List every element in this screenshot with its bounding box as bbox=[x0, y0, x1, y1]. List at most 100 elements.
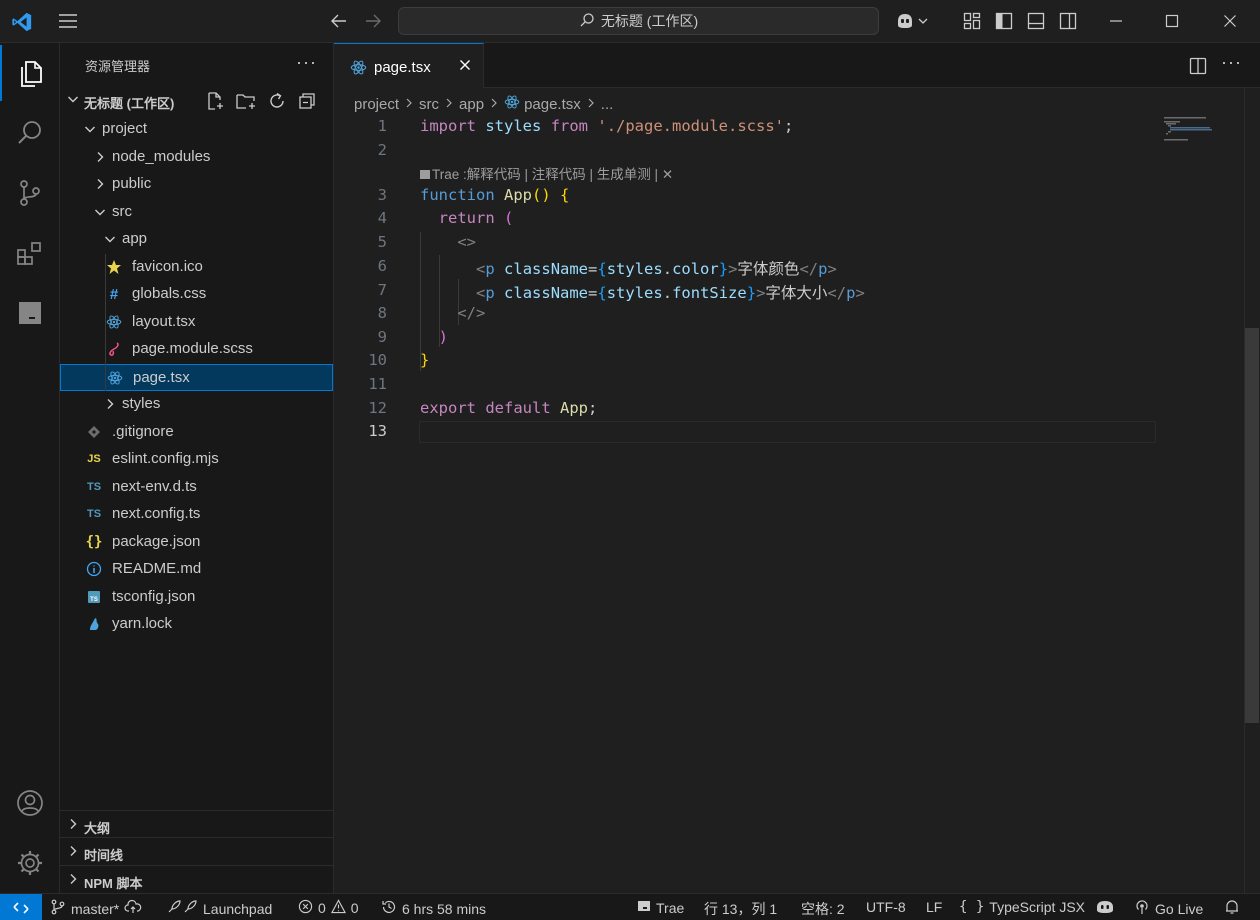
ts-file-icon: TS bbox=[86, 480, 102, 493]
settings-gear-icon[interactable] bbox=[0, 835, 60, 891]
copilot-status[interactable] bbox=[1095, 899, 1115, 918]
history-icon bbox=[381, 899, 397, 918]
more-actions-icon[interactable]: ··· bbox=[296, 52, 317, 73]
tree-item[interactable]: public bbox=[60, 171, 333, 198]
collapse-all-icon[interactable] bbox=[297, 91, 317, 114]
tree-item[interactable]: favicon.ico bbox=[60, 254, 333, 281]
tree-item-label: yarn.lock bbox=[112, 615, 173, 632]
panel-timeline[interactable]: 时间线 bbox=[60, 837, 333, 864]
breadcrumb-item[interactable]: ... bbox=[601, 96, 614, 113]
extensions-icon[interactable] bbox=[0, 225, 60, 281]
breadcrumb-item[interactable]: src bbox=[419, 96, 439, 113]
breadcrumb-item[interactable]: app bbox=[459, 96, 484, 113]
toggle-panel-icon[interactable] bbox=[1026, 11, 1046, 31]
tree-item[interactable]: .gitignore bbox=[60, 419, 333, 446]
new-file-icon[interactable] bbox=[205, 91, 225, 114]
tree-item[interactable]: app bbox=[60, 226, 333, 253]
tree-item[interactable]: TS tsconfig.json bbox=[60, 584, 333, 611]
language-label: TypeScript JSX bbox=[989, 899, 1085, 915]
line-number: 3 bbox=[377, 186, 387, 204]
split-editor-icon[interactable] bbox=[1189, 57, 1207, 78]
tree-item[interactable]: {} package.json bbox=[60, 529, 333, 556]
tree-item[interactable]: project bbox=[60, 116, 333, 143]
indentation-status[interactable]: 空格: 2 bbox=[801, 899, 845, 919]
time-tracking-status[interactable]: 6 hrs 58 mins bbox=[381, 899, 486, 918]
close-tab-icon[interactable] bbox=[458, 58, 472, 75]
tree-item-label: layout.tsx bbox=[132, 312, 196, 330]
maximize-icon[interactable] bbox=[1160, 11, 1184, 31]
react-icon bbox=[107, 370, 123, 386]
tree-item[interactable]: yarn.lock bbox=[60, 611, 333, 638]
cursor-position-status[interactable]: 行 13，列 1 bbox=[704, 899, 777, 919]
tree-item[interactable]: TS next-env.d.ts bbox=[60, 474, 333, 501]
tree-item-label: styles bbox=[122, 395, 161, 412]
editor-more-icon[interactable]: ··· bbox=[1221, 52, 1242, 73]
problems-status[interactable]: 0 0 bbox=[298, 899, 359, 917]
copilot-icon[interactable] bbox=[893, 10, 931, 32]
refresh-icon[interactable] bbox=[267, 91, 287, 114]
search-icon[interactable] bbox=[0, 105, 60, 161]
account-icon[interactable] bbox=[0, 775, 60, 831]
codelens[interactable]: Trae :解释代码 | 注释代码 | 生成单测 | ✕ bbox=[420, 163, 673, 183]
warning-icon bbox=[330, 899, 346, 917]
current-line-highlight bbox=[419, 421, 1156, 443]
line-number: 6 bbox=[377, 257, 387, 275]
breadcrumb-item[interactable]: page.tsx bbox=[524, 96, 581, 113]
spaces-label: 空格: 2 bbox=[801, 901, 845, 917]
toggle-sidebar-icon[interactable] bbox=[994, 11, 1014, 31]
language-mode-status[interactable]: { } TypeScript JSX bbox=[959, 899, 1085, 915]
explorer-sidebar: 资源管理器 ··· 无标题 (工作区) project node_modules p… bbox=[60, 43, 334, 893]
tree-item[interactable]: styles bbox=[60, 391, 333, 418]
command-center-search[interactable]: 无标题 (工作区) bbox=[398, 7, 879, 35]
notifications-bell-icon[interactable] bbox=[1224, 899, 1240, 915]
tab-page-tsx[interactable]: page.tsx bbox=[334, 43, 484, 88]
tree-item[interactable]: page.tsx bbox=[60, 363, 333, 391]
launchpad-label: Launchpad bbox=[203, 900, 273, 917]
tree-item[interactable]: JS eslint.config.mjs bbox=[60, 446, 333, 473]
line-number: 10 bbox=[368, 351, 387, 369]
tree-item[interactable]: TS next.config.ts bbox=[60, 501, 333, 528]
source-control-icon[interactable] bbox=[0, 165, 60, 221]
line-number: 12 bbox=[368, 399, 387, 417]
close-window-icon[interactable] bbox=[1218, 11, 1242, 31]
workspace-header[interactable]: 无标题 (工作区) bbox=[60, 88, 333, 114]
remote-indicator-icon[interactable] bbox=[0, 894, 42, 920]
explorer-icon[interactable] bbox=[0, 45, 60, 101]
encoding-status[interactable]: UTF-8 bbox=[866, 899, 906, 915]
toggle-secondary-sidebar-icon[interactable] bbox=[1058, 11, 1078, 31]
customize-layout-icon[interactable] bbox=[962, 11, 982, 31]
tree-item[interactable]: page.module.scss bbox=[60, 336, 333, 363]
terminal-panel-icon[interactable] bbox=[0, 285, 60, 341]
tree-item[interactable]: README.md bbox=[60, 556, 333, 583]
launchpad-status[interactable]: Launchpad bbox=[166, 899, 272, 918]
chevron-right-icon bbox=[92, 176, 108, 192]
go-live-status[interactable]: Go Live bbox=[1134, 899, 1203, 918]
tree-item-label: page.module.scss bbox=[132, 340, 253, 357]
close-icon[interactable]: ✕ bbox=[662, 167, 673, 182]
panel-outline[interactable]: 大纲 bbox=[60, 810, 333, 837]
back-icon[interactable] bbox=[328, 11, 350, 31]
tree-item[interactable]: # globals.css bbox=[60, 281, 333, 308]
minimize-icon[interactable] bbox=[1104, 11, 1128, 31]
panel-npm-scripts[interactable]: NPM 脚本 bbox=[60, 865, 333, 892]
eol-status[interactable]: LF bbox=[926, 899, 942, 915]
minimap[interactable] bbox=[1162, 115, 1242, 155]
tree-item[interactable]: layout.tsx bbox=[60, 309, 333, 336]
tree-item-label: public bbox=[112, 175, 152, 192]
tree-item[interactable]: node_modules bbox=[60, 144, 333, 171]
tree-item[interactable]: src bbox=[60, 199, 333, 226]
trae-status[interactable]: Trae bbox=[637, 899, 684, 916]
branch-status[interactable]: master* bbox=[50, 899, 142, 918]
braces-icon: { } bbox=[959, 899, 985, 915]
react-icon bbox=[504, 94, 520, 114]
forward-icon[interactable] bbox=[362, 11, 384, 31]
error-icon bbox=[298, 899, 313, 917]
new-folder-icon[interactable] bbox=[235, 91, 257, 114]
star-icon bbox=[106, 259, 122, 275]
menu-icon[interactable] bbox=[56, 11, 80, 31]
scrollbar-thumb[interactable] bbox=[1245, 328, 1259, 723]
react-icon bbox=[350, 59, 367, 79]
vertical-scrollbar[interactable] bbox=[1244, 88, 1259, 893]
code-editor[interactable]: 1 2 3 4 5 6 7 8 9 10 11 12 13 import styles from './… bbox=[334, 115, 1244, 895]
breadcrumb-item[interactable]: project bbox=[354, 96, 399, 113]
